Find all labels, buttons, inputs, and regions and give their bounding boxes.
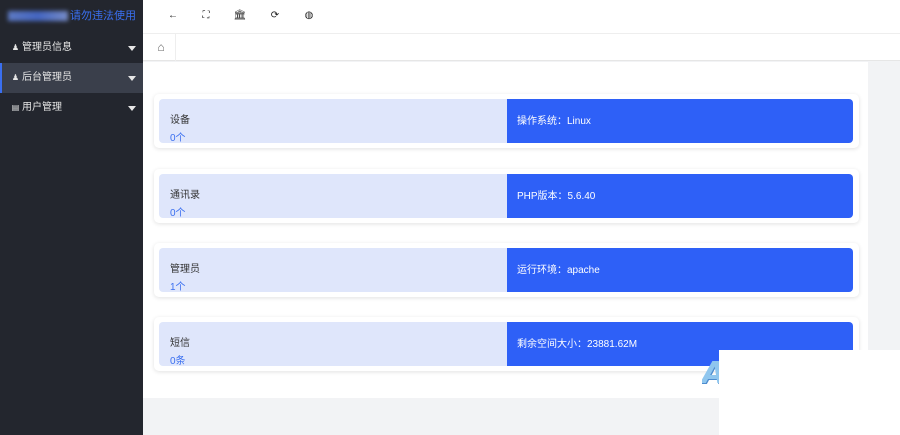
- sidebar-item-user-management[interactable]: ▤ 用户管理: [0, 93, 143, 123]
- sidebar-item-admin-info[interactable]: ♟ 管理员信息: [0, 33, 143, 63]
- stat-name: 短信: [170, 338, 190, 349]
- stat-name: 管理员: [170, 264, 200, 275]
- caret-down-icon: [128, 106, 136, 111]
- stat-card-left: 短信 0条: [159, 322, 507, 367]
- stat-name: 设备: [170, 115, 190, 126]
- top-toolbar: ← ⛶ 🏛 ⟳ ◍: [143, 0, 900, 33]
- caret-down-icon: [128, 76, 136, 81]
- watermark-logo: A: [702, 356, 719, 392]
- refresh-icon[interactable]: ⟳: [268, 9, 282, 23]
- fullscreen-icon[interactable]: ⛶: [199, 9, 213, 23]
- stat-value: 1个: [170, 282, 186, 293]
- system-info: 运行环境：apache: [507, 248, 853, 292]
- stat-value: 0条: [170, 356, 186, 367]
- logo-text: 请勿违法使用: [70, 10, 136, 22]
- theme-icon[interactable]: ◍: [302, 9, 316, 23]
- sidebar-item-label: 管理员信息: [22, 42, 72, 53]
- system-info: 操作系统：Linux: [507, 99, 853, 143]
- sidebar: 请勿违法使用 ♟ 管理员信息 ♟ 后台管理员 ▤ 用户管理: [0, 0, 143, 435]
- home-tab-icon[interactable]: ⌂: [147, 34, 176, 61]
- stat-card-device: 设备 0个 操作系统：Linux: [154, 94, 859, 148]
- stat-card-left: 管理员 1个: [159, 248, 507, 293]
- sidebar-item-label: 用户管理: [22, 102, 62, 113]
- system-info: PHP版本：5.6.40: [507, 174, 853, 218]
- overlay-panel: [719, 350, 900, 435]
- tab-bar: ⌂: [143, 33, 900, 61]
- stat-card-left: 通讯录 0个: [159, 174, 507, 219]
- logo[interactable]: 请勿违法使用: [0, 0, 143, 33]
- caret-down-icon: [128, 46, 136, 51]
- stat-name: 通讯录: [170, 190, 200, 201]
- bank-icon[interactable]: 🏛: [233, 9, 247, 23]
- stat-card-contacts: 通讯录 0个 PHP版本：5.6.40: [154, 169, 859, 223]
- id-card-icon: ▤: [11, 103, 20, 112]
- stat-card-admins: 管理员 1个 运行环境：apache: [154, 243, 859, 297]
- blurred-logo-text: [8, 11, 68, 22]
- stat-value: 0个: [170, 133, 186, 144]
- user-icon: ♟: [11, 43, 20, 52]
- back-icon[interactable]: ←: [166, 9, 180, 23]
- sidebar-item-backend-admin[interactable]: ♟ 后台管理员: [0, 63, 143, 93]
- stat-value: 0个: [170, 208, 186, 219]
- user-icon: ♟: [11, 73, 20, 82]
- stat-card-left: 设备 0个: [159, 99, 507, 144]
- sidebar-item-label: 后台管理员: [22, 72, 72, 83]
